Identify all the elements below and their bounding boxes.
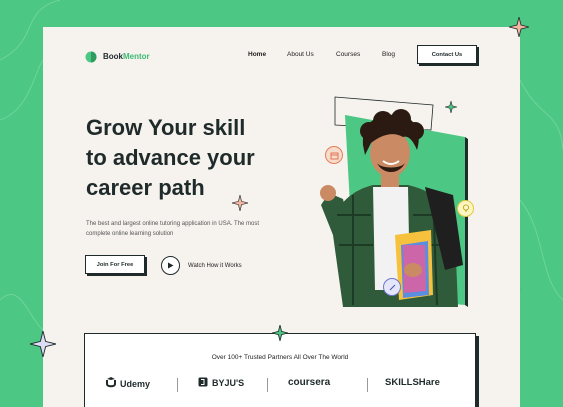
sparkle-icon — [30, 331, 56, 357]
nav-item-home[interactable]: Home — [248, 51, 266, 58]
play-icon[interactable] — [161, 256, 180, 275]
partners-title: Over 100+ Trusted Partners All Over The … — [211, 354, 349, 361]
partner-divider — [267, 378, 268, 392]
sparkle-icon — [272, 325, 288, 341]
hero-description: The best and largest online tutoring app… — [86, 221, 259, 237]
nav-item-blog[interactable]: Blog — [382, 51, 395, 58]
calendar-icon — [325, 146, 343, 164]
brand-name: BookMentor — [103, 51, 150, 61]
hero-headline: Grow Your skill to advance your career p… — [86, 113, 255, 203]
nav-item-courses[interactable]: Courses — [336, 51, 360, 58]
brand-logo[interactable]: BookMentor — [85, 50, 150, 63]
bulb-icon — [457, 200, 474, 217]
partner-divider — [177, 378, 178, 392]
partners-section: Over 100+ Trusted Partners All Over The … — [84, 333, 476, 407]
highlight-career: career — [86, 173, 153, 203]
byjus-logo-icon — [198, 377, 208, 389]
udemy-logo-icon — [106, 377, 116, 390]
highlight-skill: skill — [202, 113, 245, 143]
pencil-icon — [383, 278, 401, 296]
sparkle-icon — [232, 195, 248, 211]
partner-divider — [367, 378, 368, 392]
watch-label: Watch How it Works — [188, 262, 242, 269]
landing-page: BookMentor Home About Us Courses Blog Co… — [43, 27, 520, 407]
nav-item-about-us[interactable]: About Us — [287, 51, 314, 58]
join-for-free-button[interactable]: Join For Free — [85, 255, 145, 274]
watch-video-link[interactable]: Watch How it Works — [161, 256, 242, 275]
partner-byjus[interactable]: BYJU'S — [198, 377, 244, 389]
sparkle-icon — [509, 17, 529, 37]
book-icon — [85, 50, 97, 63]
partner-skillshare[interactable]: SKILLSHare — [385, 377, 440, 388]
partner-udemy[interactable]: Udemy — [106, 377, 150, 390]
contact-us-button[interactable]: Contact Us — [417, 45, 477, 64]
partner-coursera[interactable]: coursera — [288, 377, 330, 388]
sparkle-icon — [445, 101, 457, 113]
